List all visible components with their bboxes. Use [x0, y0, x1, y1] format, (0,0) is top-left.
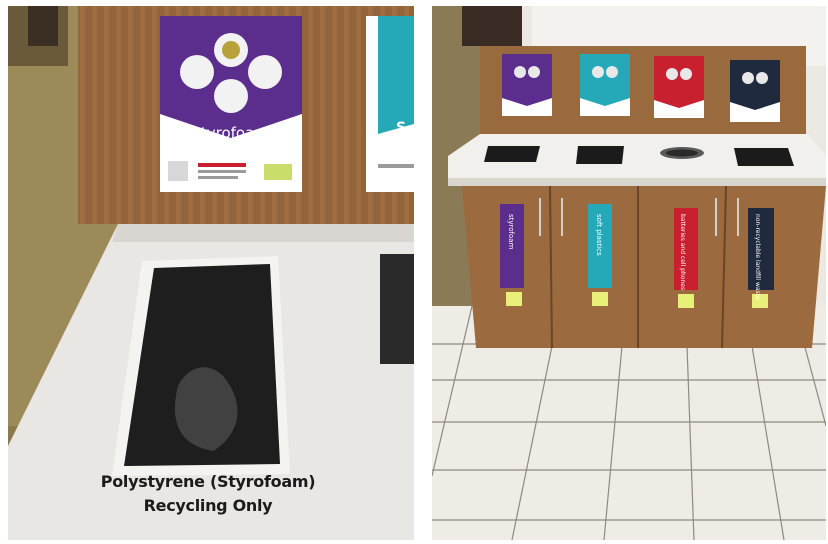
counter-caption-line2: Recycling Only [143, 496, 273, 515]
partial-sign-letter: S [396, 120, 407, 136]
bin-label-batteries: batteries and cell phones [679, 214, 686, 291]
recycling-station-scene [432, 6, 826, 540]
bin-label-landfill: non-recyclable landfill waste [754, 214, 761, 300]
styrofoam-sign-label: styrofoam [193, 124, 269, 142]
styrofoam-bin-scene [8, 6, 414, 540]
photo-recycling-station: styrofoam soft plastics batteries and ce… [432, 6, 826, 540]
photo-styrofoam-bin-closeup: styrofoam S Polystyrene (Styrofoam) Recy… [8, 6, 414, 540]
bin-label-soft-plastics: soft plastics [595, 214, 603, 256]
bin-label-styrofoam: styrofoam [507, 214, 515, 250]
counter-caption-line1: Polystyrene (Styrofoam) [100, 472, 316, 491]
